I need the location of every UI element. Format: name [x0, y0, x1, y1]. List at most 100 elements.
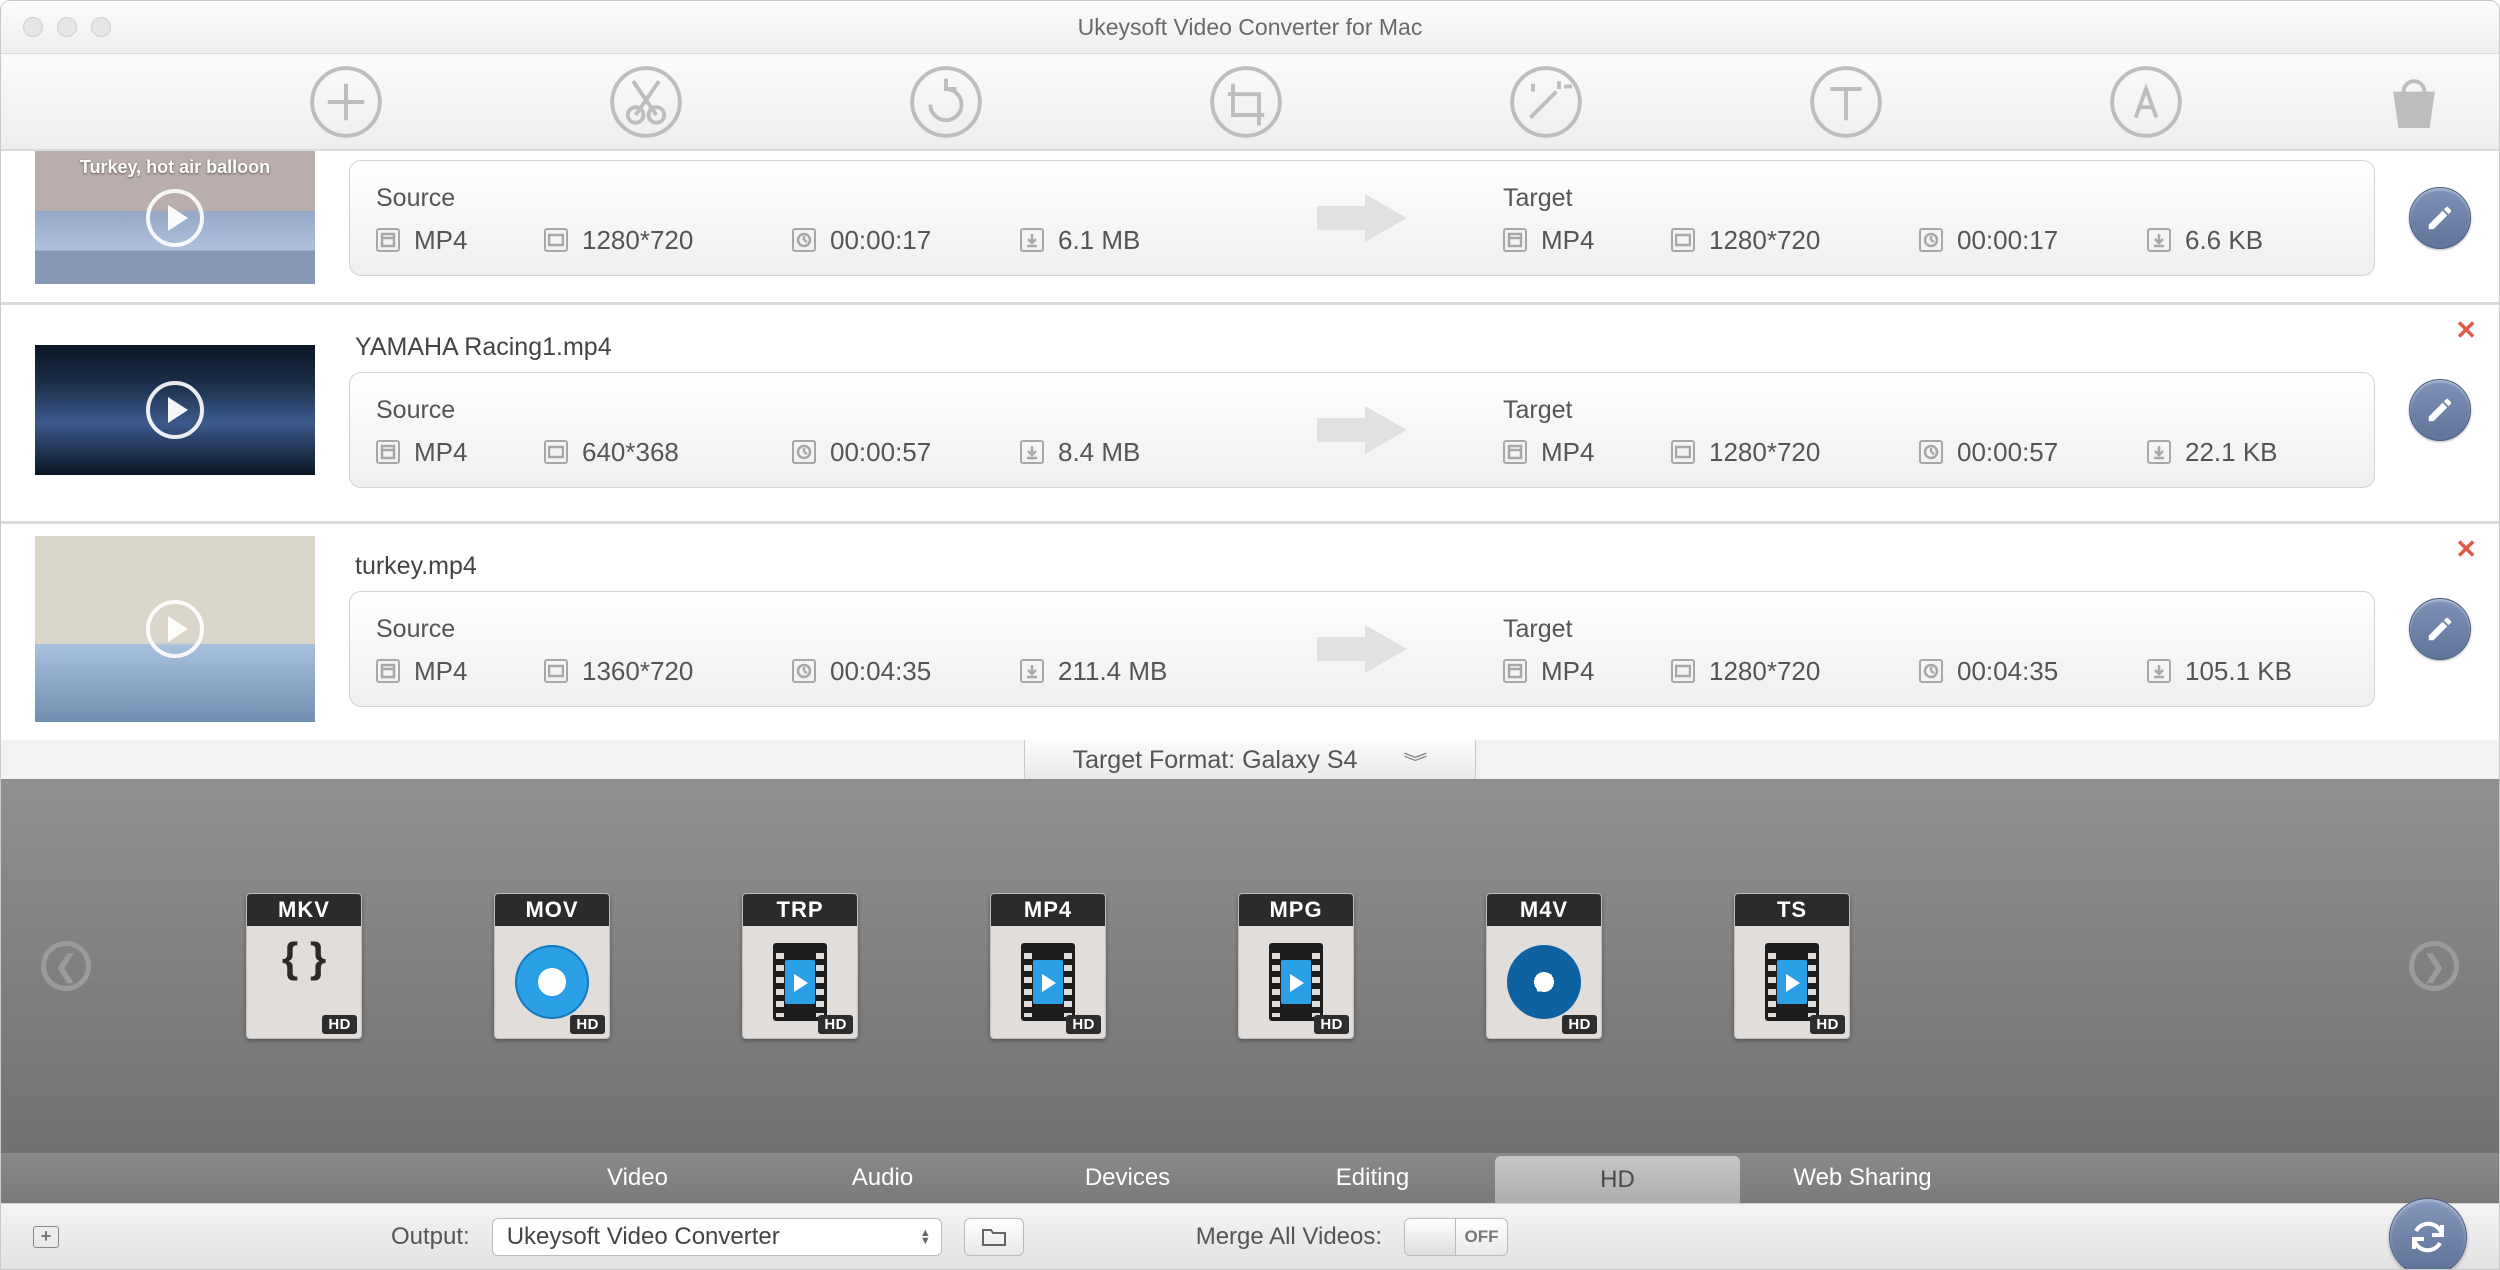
play-icon — [146, 381, 204, 439]
tab-audio[interactable]: Audio — [760, 1153, 1005, 1203]
play-icon — [146, 600, 204, 658]
duration-icon — [792, 659, 816, 683]
select-arrows-icon: ▲▼ — [920, 1229, 931, 1245]
resolution-icon — [1671, 440, 1695, 464]
video-row-body: YAMAHA Racing1.mp4 Source MP4 640*368 00… — [349, 333, 2375, 488]
size-icon — [2147, 659, 2171, 683]
source-resolution: 1360*720 — [582, 656, 693, 687]
video-row-body: turkey.mp4 Source MP4 1360*720 00:04:35 … — [349, 552, 2375, 707]
video-info-panel: Source MP4 640*368 00:00:57 8.4 MB Targe… — [349, 372, 2375, 488]
arrow-icon — [1247, 592, 1477, 706]
size-icon — [2147, 228, 2171, 252]
video-thumbnail[interactable]: Turkey, hot air balloon — [35, 151, 315, 284]
video-filename: turkey.mp4 — [349, 552, 2375, 581]
merge-label: Merge All Videos: — [1196, 1223, 1382, 1251]
target-resolution: 1280*720 — [1709, 225, 1820, 256]
resolution-icon — [544, 659, 568, 683]
tab-devices[interactable]: Devices — [1005, 1153, 1250, 1203]
edit-button[interactable] — [2409, 379, 2471, 441]
source-label: Source — [376, 184, 1221, 213]
output-folder-select[interactable]: Ukeysoft Video Converter ▲▼ — [492, 1218, 942, 1256]
add-file-icon[interactable] — [301, 57, 391, 147]
target-label: Target — [1503, 615, 2348, 644]
format-mov[interactable]: MOVHD — [494, 893, 610, 1039]
format-icon — [376, 659, 400, 683]
source-resolution: 640*368 — [582, 437, 679, 468]
arrow-icon — [1247, 161, 1477, 275]
add-folder-button[interactable]: + — [33, 1226, 59, 1248]
convert-button[interactable] — [2389, 1198, 2467, 1270]
text-watermark-icon[interactable] — [1801, 57, 1891, 147]
resolution-icon — [544, 440, 568, 464]
merge-toggle[interactable]: OFF — [1404, 1218, 1508, 1256]
format-preset-strip: ❮ MKV{ }HD MOVHD TRPHD MP4HD MPGHD M4V♫H… — [1, 779, 2499, 1153]
source-info: Source MP4 640*368 00:00:57 8.4 MB — [350, 373, 1247, 487]
toggle-knob — [1405, 1219, 1456, 1255]
format-icon — [1503, 659, 1527, 683]
size-icon — [1020, 659, 1044, 683]
target-resolution: 1280*720 — [1709, 437, 1820, 468]
tab-editing[interactable]: Editing — [1250, 1153, 1495, 1203]
trim-icon[interactable] — [601, 57, 691, 147]
target-info: Target MP4 1280*720 00:00:57 22.1 KB — [1477, 373, 2374, 487]
video-thumbnail[interactable] — [35, 317, 315, 503]
video-row: ✕ turkey.mp4 Source MP4 1360*720 00:04:3… — [1, 524, 2499, 740]
target-info: Target MP4 1280*720 00:00:17 6.6 KB — [1477, 161, 2374, 275]
remove-button[interactable]: ✕ — [2455, 317, 2477, 343]
format-m4v[interactable]: M4V♫HD — [1486, 893, 1602, 1039]
format-icon — [376, 228, 400, 252]
format-trp[interactable]: TRPHD — [742, 893, 858, 1039]
format-icon — [1503, 440, 1527, 464]
scroll-left-button[interactable]: ❮ — [41, 941, 91, 991]
thumbnail-caption: Turkey, hot air balloon — [35, 157, 315, 178]
format-mp4[interactable]: MP4HD — [990, 893, 1106, 1039]
target-duration: 00:00:17 — [1957, 225, 2058, 256]
video-thumbnail[interactable] — [35, 536, 315, 722]
source-info: Source MP4 1360*720 00:04:35 211.4 MB — [350, 592, 1247, 706]
tab-web-sharing[interactable]: Web Sharing — [1740, 1153, 1985, 1203]
format-icon — [1503, 228, 1527, 252]
target-resolution: 1280*720 — [1709, 656, 1820, 687]
video-info-panel: Source MP4 1360*720 00:04:35 211.4 MB Ta… — [349, 591, 2375, 707]
tab-hd[interactable]: HD — [1495, 1156, 1740, 1203]
target-format: MP4 — [1541, 225, 1594, 256]
window-title: Ukeysoft Video Converter for Mac — [1, 14, 2499, 41]
video-row: ✕ YAMAHA Racing1.mp4 Source MP4 640*368 … — [1, 305, 2499, 524]
video-row: Turkey, hot air balloon Source MP4 1280*… — [1, 151, 2499, 305]
edit-button[interactable] — [2409, 187, 2471, 249]
open-output-folder-button[interactable] — [964, 1218, 1024, 1256]
source-info: Source MP4 1280*720 00:00:17 6.1 MB — [350, 161, 1247, 275]
tab-video[interactable]: Video — [515, 1153, 760, 1203]
target-size: 22.1 KB — [2185, 437, 2278, 468]
source-duration: 00:04:35 — [830, 656, 931, 687]
source-size: 6.1 MB — [1058, 225, 1140, 256]
format-mkv[interactable]: MKV{ }HD — [246, 893, 362, 1039]
video-row-body: Source MP4 1280*720 00:00:17 6.1 MB Targ… — [349, 160, 2375, 276]
size-icon — [1020, 440, 1044, 464]
format-mpg[interactable]: MPGHD — [1238, 893, 1354, 1039]
target-label: Target — [1503, 396, 2348, 425]
crop-icon[interactable] — [1201, 57, 1291, 147]
duration-icon — [1919, 440, 1943, 464]
app-window: Ukeysoft Video Converter for Mac — [0, 0, 2500, 1270]
target-label: Target — [1503, 184, 2348, 213]
remove-button[interactable]: ✕ — [2455, 536, 2477, 562]
source-duration: 00:00:17 — [830, 225, 931, 256]
format-category-tabs: Video Audio Devices Editing HD Web Shari… — [1, 1153, 2499, 1203]
scroll-right-button[interactable]: ❯ — [2409, 941, 2459, 991]
video-list: Turkey, hot air balloon Source MP4 1280*… — [1, 151, 2499, 740]
source-size: 211.4 MB — [1058, 656, 1167, 687]
rotate-icon[interactable] — [901, 57, 991, 147]
target-format-value: Galaxy S4 — [1242, 746, 1357, 774]
image-watermark-icon[interactable] — [2101, 57, 2191, 147]
target-size: 6.6 KB — [2185, 225, 2263, 256]
bottom-bar: + Output: Ukeysoft Video Converter ▲▼ Me… — [1, 1203, 2499, 1269]
source-format: MP4 — [414, 656, 467, 687]
buy-icon[interactable] — [2369, 57, 2459, 147]
target-duration: 00:04:35 — [1957, 656, 2058, 687]
source-format: MP4 — [414, 437, 467, 468]
format-ts[interactable]: TSHD — [1734, 893, 1850, 1039]
effects-icon[interactable] — [1501, 57, 1591, 147]
target-duration: 00:00:57 — [1957, 437, 2058, 468]
edit-button[interactable] — [2409, 598, 2471, 660]
